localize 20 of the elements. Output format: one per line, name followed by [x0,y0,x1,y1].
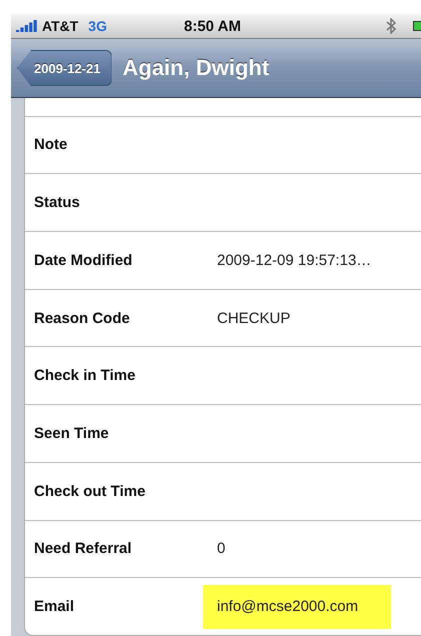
field-label: Check in Time [34,367,136,384]
bluetooth-icon [386,18,396,34]
nav-title: Again, Dwight [122,55,270,81]
field-label: Check out Time [34,482,146,500]
clock-text: 8:50 AM [184,18,241,34]
field-value: 2009-12-09 19:57:13… [217,252,372,269]
field-label: Email [34,598,76,616]
field-label: Seen Time [34,425,110,442]
field-label: Reason Code [34,310,131,327]
network-text: 3G [88,18,107,34]
field-value: 0 [217,540,226,558]
signal-icon [16,20,38,32]
field-label: Date Modified [34,252,134,269]
back-button[interactable]: 2009-12-21 [17,50,112,86]
field-value: info@mcse2000.com [217,598,358,616]
field-label: Need Referral [34,540,133,558]
field-label: Status [34,194,81,212]
field-value: CHECKUP [217,310,290,327]
carrier-text: AT&T [42,18,78,34]
field-label: Note [34,136,68,154]
